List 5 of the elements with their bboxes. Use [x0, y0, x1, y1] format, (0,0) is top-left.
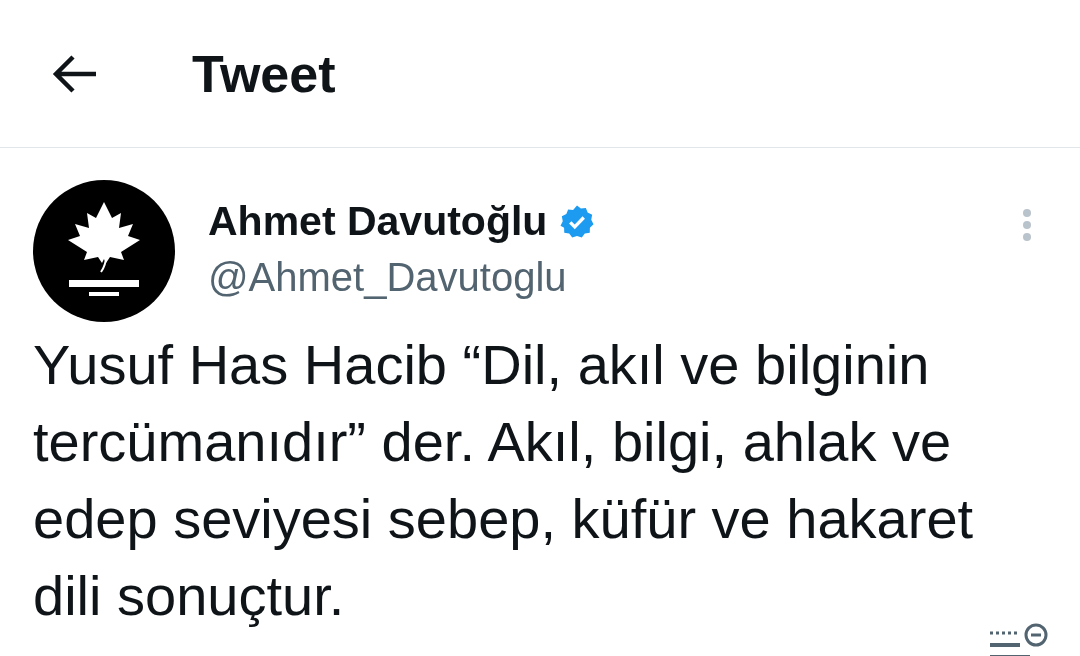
back-arrow-icon[interactable]	[52, 53, 98, 94]
author-handle[interactable]: @Ahmet_Davutoglu	[208, 255, 596, 300]
author-name[interactable]: Ahmet Davutoğlu	[208, 198, 548, 245]
tweet-text: Yusuf Has Hacib “Dil, akıl ve bilginin tercümanıdır” der. Akıl, bilgi, ahlak ve edep seviyesi sebep, küfür ve hakaret dili sonuçtur.	[33, 332, 975, 629]
page-title: Tweet	[192, 43, 336, 104]
